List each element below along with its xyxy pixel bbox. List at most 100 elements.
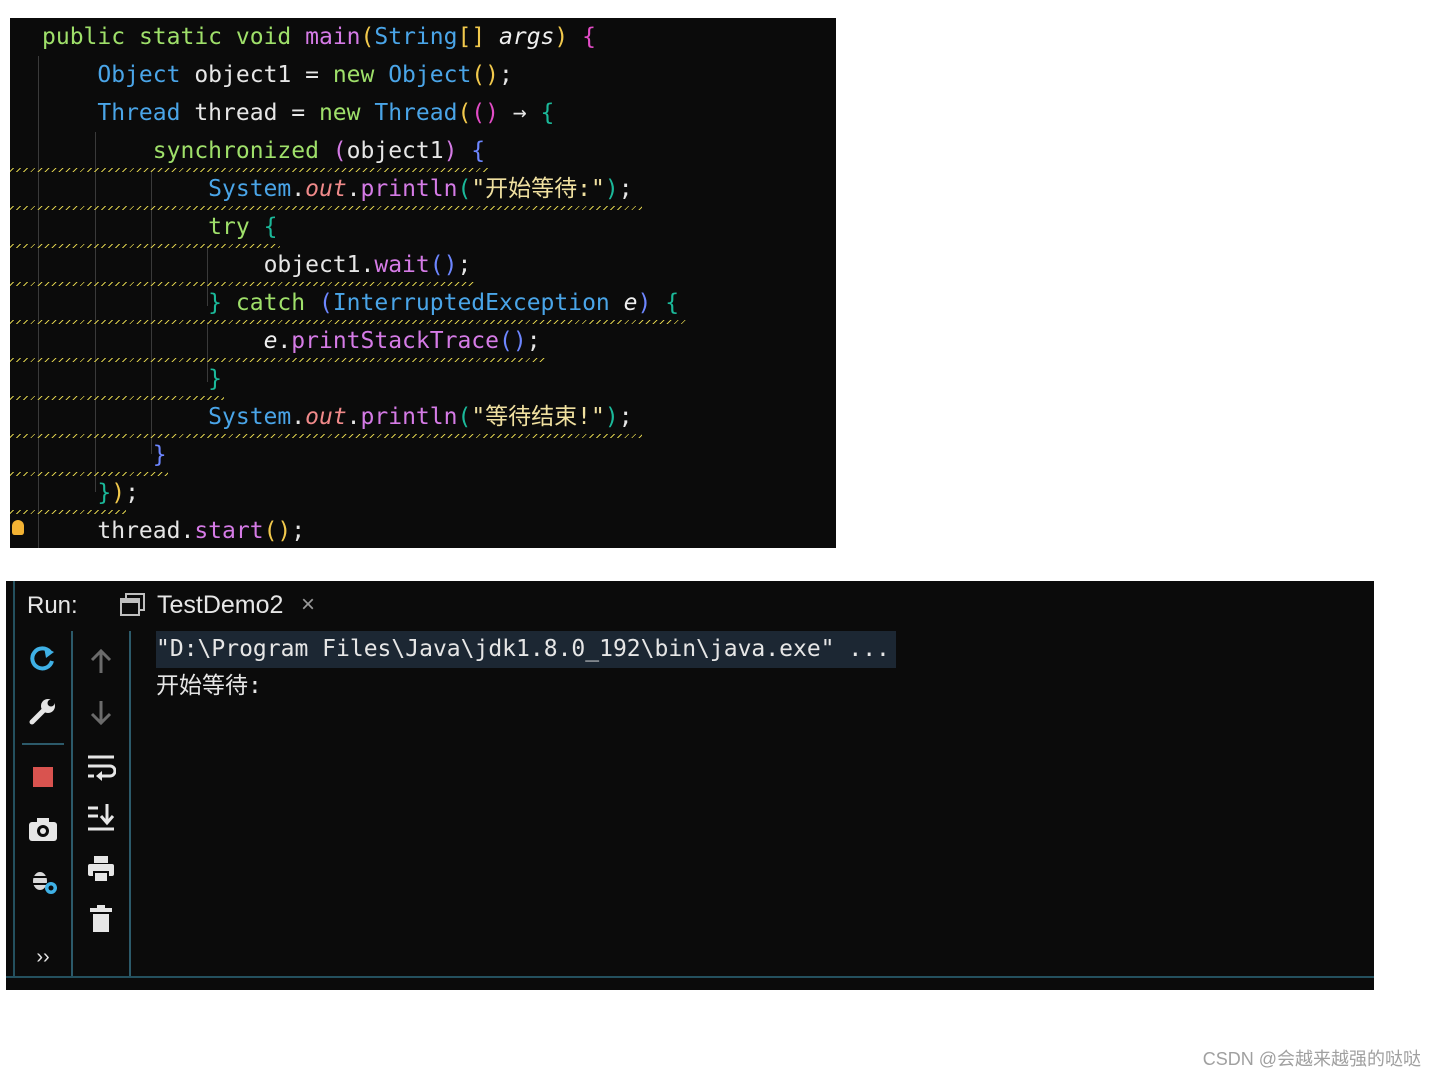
code-line[interactable]: Thread thread = new Thread(() → { <box>42 94 554 132</box>
code-token: ( <box>332 138 347 164</box>
code-token: { <box>540 100 555 126</box>
watermark: CSDN @会越来越强的哒哒 <box>1202 1049 1421 1069</box>
code-line[interactable]: }); <box>42 474 139 512</box>
code-token: object1 <box>263 252 361 278</box>
rerun-icon[interactable] <box>25 641 61 677</box>
code-token: ) <box>637 290 666 316</box>
code-token: try <box>208 214 264 240</box>
code-token: [] <box>457 24 500 50</box>
code-token: new <box>332 62 389 88</box>
code-token: println <box>360 176 458 202</box>
console-output[interactable]: "D:\Program Files\Java\jdk1.8.0_192\bin\… <box>156 631 1356 705</box>
more-tools[interactable]: ›› <box>25 939 61 975</box>
code-token: { <box>665 290 680 316</box>
close-icon[interactable]: × <box>301 591 315 619</box>
code-token: "等待结束!" <box>471 404 605 430</box>
code-token: new <box>318 100 375 126</box>
code-token: . <box>291 404 306 430</box>
code-line[interactable]: public static void main(String[] args) { <box>42 18 596 56</box>
warning-underline <box>10 244 280 248</box>
code-token: printStackTrace <box>291 328 499 354</box>
trash-icon[interactable] <box>83 901 119 937</box>
code-token: void <box>235 24 306 50</box>
warning-underline <box>10 282 475 286</box>
code-line[interactable]: } catch (InterruptedException e) { <box>42 284 679 322</box>
print-icon[interactable] <box>83 851 119 887</box>
code-token: Thread <box>374 100 458 126</box>
code-token: args <box>499 24 555 50</box>
code-token: ; <box>618 176 633 202</box>
code-line[interactable]: object1.wait(); <box>42 246 472 284</box>
code-editor[interactable]: public static void main(String[] args) {… <box>10 18 836 548</box>
code-line[interactable]: Object object1 = new Object(); <box>42 56 513 94</box>
code-token: String <box>374 24 458 50</box>
code-token: InterruptedException <box>332 290 624 316</box>
run-header: Run: TestDemo2 × <box>6 581 1374 627</box>
code-token: () <box>263 518 292 544</box>
code-line[interactable]: } <box>42 436 167 474</box>
camera-icon[interactable] <box>25 811 61 847</box>
debug-gear-icon[interactable] <box>25 863 61 899</box>
console-tab-icon <box>120 593 145 616</box>
toolbar-divider <box>13 581 15 976</box>
toolbar-group-divider <box>22 743 64 745</box>
code-token: ) <box>604 404 619 430</box>
code-line[interactable]: System.out.println("开始等待:"); <box>42 170 633 208</box>
stop-icon[interactable] <box>25 759 61 795</box>
run-label: Run: <box>27 592 78 619</box>
code-token: { <box>263 214 278 240</box>
code-token: ) <box>554 24 583 50</box>
code-line[interactable]: System.out.println("等待结束!"); <box>42 398 632 436</box>
lightbulb-icon[interactable] <box>12 520 24 535</box>
code-token: ; <box>291 518 306 544</box>
code-token: → <box>499 100 541 126</box>
code-token: "开始等待:" <box>471 176 605 202</box>
wrench-icon[interactable] <box>25 693 61 729</box>
code-token: . <box>360 252 375 278</box>
code-token: ( <box>318 290 333 316</box>
code-token: } <box>208 366 223 392</box>
code-line[interactable]: try { <box>42 208 277 246</box>
arrow-down-icon[interactable] <box>83 695 119 731</box>
code-token: catch <box>235 290 319 316</box>
code-token: static <box>138 24 236 50</box>
toolbar-divider <box>129 631 131 976</box>
warning-underline <box>10 434 642 438</box>
code-token: ; <box>125 480 139 506</box>
code-token: println <box>360 404 458 430</box>
toolbar-divider <box>71 631 73 976</box>
code-token: object1 = <box>194 62 333 88</box>
soft-wrap-icon[interactable] <box>83 749 119 785</box>
code-token: ) <box>443 138 472 164</box>
code-token: wait <box>374 252 430 278</box>
code-line[interactable]: } <box>42 360 222 398</box>
warning-underline <box>10 320 686 324</box>
code-token: } <box>208 290 236 316</box>
arrow-up-icon[interactable] <box>83 643 119 679</box>
run-command: "D:\Program Files\Java\jdk1.8.0_192\bin\… <box>156 631 896 668</box>
warning-underline <box>10 396 224 400</box>
tab-testdemo2[interactable]: TestDemo2 <box>157 591 283 620</box>
code-token: synchronized <box>152 138 333 164</box>
code-token: out <box>305 176 347 202</box>
code-token: . <box>277 328 292 354</box>
code-token: thread. <box>97 518 195 544</box>
code-token: () <box>471 100 499 126</box>
scroll-to-end-icon[interactable] <box>83 799 119 835</box>
code-line[interactable]: thread.start(); <box>42 512 305 548</box>
code-line[interactable]: e.printStackTrace(); <box>42 322 541 360</box>
code-token: thread = <box>194 100 319 126</box>
code-token: ( <box>360 24 375 50</box>
code-token: ; <box>499 62 513 88</box>
code-line[interactable]: synchronized (object1) { <box>42 132 485 170</box>
code-token: () <box>499 328 527 354</box>
